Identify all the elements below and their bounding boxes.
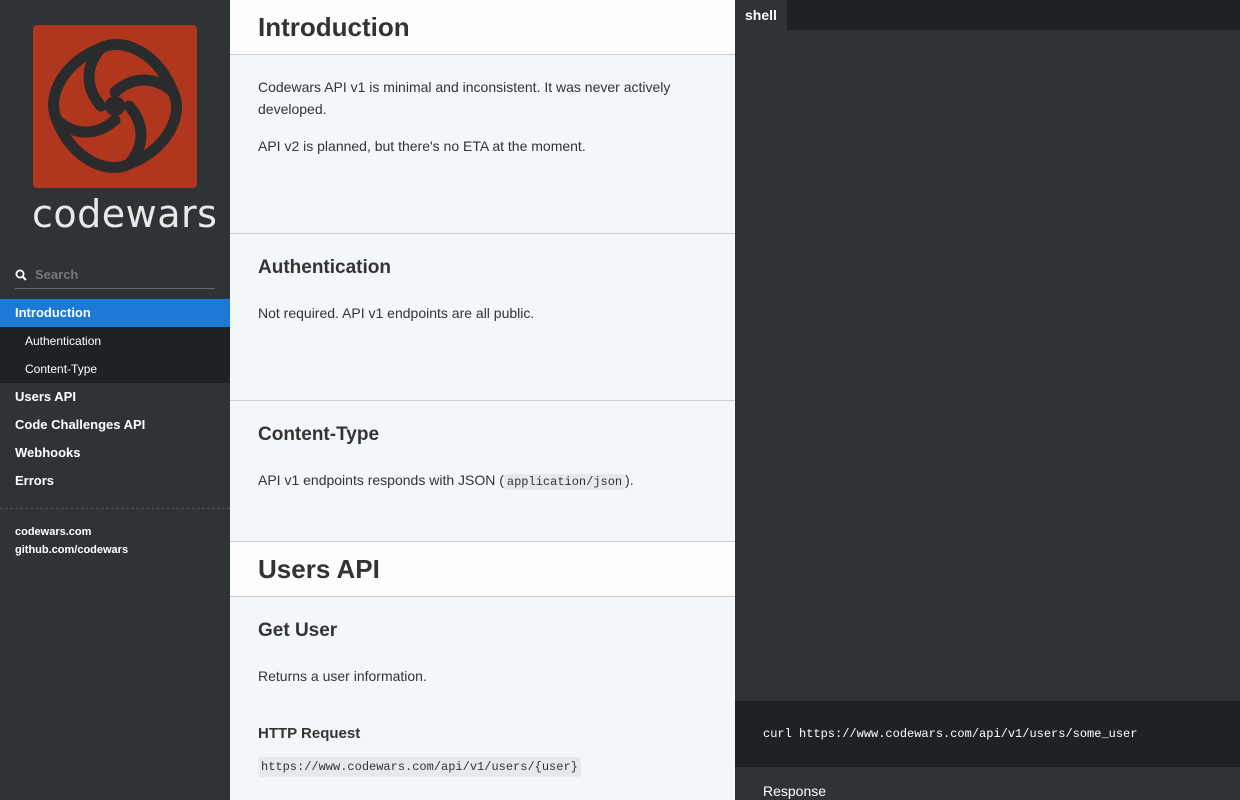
section-header-introduction: Introduction xyxy=(230,0,735,55)
toc-item-introduction[interactable]: Introduction xyxy=(0,299,230,327)
section-divider xyxy=(230,400,735,401)
content-type-text-end: ). xyxy=(625,472,634,488)
search-box xyxy=(15,261,215,289)
page-title-introduction: Introduction xyxy=(258,12,410,42)
inline-code-application-json: application/json xyxy=(503,474,626,490)
swirl-icon xyxy=(48,39,182,173)
search-icon xyxy=(15,269,27,281)
search-input[interactable] xyxy=(35,261,213,288)
curl-command: curl https://www.codewars.com/api/v1/use… xyxy=(763,727,1138,741)
toc-item-authentication[interactable]: Authentication xyxy=(0,327,230,355)
auth-paragraph: Not required. API v1 endpoints are all p… xyxy=(258,305,535,321)
heading-authentication: Authentication xyxy=(258,257,391,278)
heading-get-user: Get User xyxy=(258,620,338,641)
toc-item-webhooks[interactable]: Webhooks xyxy=(0,439,230,467)
toc-item-errors[interactable]: Errors xyxy=(0,467,230,495)
intro-paragraph-2: API v2 is planned, but there's no ETA at… xyxy=(258,138,586,154)
page-title-users-api: Users API xyxy=(258,554,380,584)
content-type-paragraph: API v1 endpoints responds with JSON (app… xyxy=(258,469,708,493)
toc-item-users-api[interactable]: Users API xyxy=(0,383,230,411)
sidebar: codewars Introduction Authentication Con… xyxy=(0,0,230,800)
get-user-paragraph: Returns a user information. xyxy=(258,668,427,684)
logo-tile xyxy=(33,25,197,188)
toc-item-content-type[interactable]: Content-Type xyxy=(0,355,230,383)
main-content: Introduction Codewars API v1 is minimal … xyxy=(230,0,735,800)
table-of-contents: Introduction Authentication Content-Type… xyxy=(0,299,230,495)
curl-code-block: curl https://www.codewars.com/api/v1/use… xyxy=(735,701,1240,767)
heading-http-request: HTTP Request xyxy=(258,725,361,742)
intro-paragraph-1: Codewars API v1 is minimal and inconsist… xyxy=(258,79,671,117)
section-header-users-api: Users API xyxy=(230,541,735,597)
http-request-url: https://www.codewars.com/api/v1/users/{u… xyxy=(258,757,581,777)
toc-subitems-introduction: Authentication Content-Type xyxy=(0,327,230,383)
toc-item-code-challenges-api[interactable]: Code Challenges API xyxy=(0,411,230,439)
code-panel: shell curl https://www.codewars.com/api/… xyxy=(735,0,1240,800)
language-selector: shell xyxy=(735,0,1240,30)
content-type-text: API v1 endpoints responds with JSON ( xyxy=(258,472,504,488)
toc-footer: codewars.com github.com/codewars xyxy=(0,508,230,559)
section-divider xyxy=(230,233,735,234)
footer-link-codewars[interactable]: codewars.com xyxy=(0,523,230,541)
logo-wordmark: codewars xyxy=(32,192,218,236)
footer-link-github[interactable]: github.com/codewars xyxy=(0,541,230,559)
tab-shell[interactable]: shell xyxy=(735,0,787,30)
response-label: Response xyxy=(763,783,827,799)
heading-content-type: Content-Type xyxy=(258,424,380,445)
